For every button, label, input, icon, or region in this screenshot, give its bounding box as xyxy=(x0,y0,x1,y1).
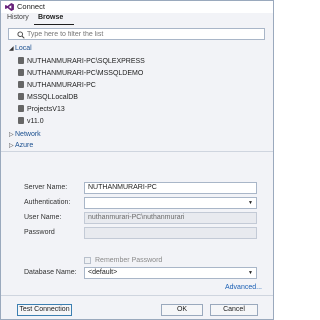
authentication-dropdown[interactable]: ▼ xyxy=(84,197,257,209)
server-icon xyxy=(18,57,24,64)
user-name-field[interactable]: nuthanmurari-PC\nuthanmurari xyxy=(84,212,257,224)
search-icon xyxy=(17,31,25,39)
test-connection-button[interactable]: Test Connection xyxy=(17,304,72,316)
tree-item-label: MSSQLLocalDB xyxy=(27,94,78,101)
chevron-down-icon: ▼ xyxy=(248,270,253,276)
tree-group-label: Local xyxy=(15,45,32,52)
visual-studio-icon xyxy=(5,3,14,11)
cancel-button[interactable]: Cancel xyxy=(210,304,258,316)
section-divider xyxy=(1,151,273,152)
database-name-label: Database Name: xyxy=(24,269,77,276)
server-icon xyxy=(18,69,24,76)
active-tab-indicator xyxy=(34,24,74,25)
password-label: Password xyxy=(24,229,55,236)
remember-password-label: Remember Password xyxy=(95,257,163,264)
server-name-field[interactable]: NUTHANMURARI-PC xyxy=(84,182,257,194)
tree-group-azure[interactable]: ▷Azure xyxy=(9,142,33,149)
title-bar: Connect xyxy=(1,1,273,13)
tree-group-local[interactable]: ◢Local xyxy=(9,45,32,52)
ok-button[interactable]: OK xyxy=(161,304,203,316)
tree-group-label: Network xyxy=(15,131,41,138)
password-field[interactable] xyxy=(84,227,257,239)
tree-item-server[interactable]: v11.0 xyxy=(18,117,44,126)
server-name-label: Server Name: xyxy=(24,184,68,191)
tab-history[interactable]: History xyxy=(7,14,29,21)
server-icon xyxy=(18,81,24,88)
authentication-label: Authentication: xyxy=(24,199,71,206)
search-input[interactable] xyxy=(27,29,263,39)
tree-item-label: ProjectsV13 xyxy=(27,106,65,113)
server-icon xyxy=(18,117,24,124)
tree-item-server[interactable]: NUTHANMURARI-PC xyxy=(18,81,96,90)
server-icon xyxy=(18,105,24,112)
connect-dialog: Connect History Browse ◢Local NUTHANMURA… xyxy=(0,0,274,320)
tree-item-server[interactable]: ProjectsV13 xyxy=(18,105,65,114)
button-bar-divider xyxy=(1,295,273,296)
tree-item-server[interactable]: NUTHANMURARI-PC\MSSQLDEMO xyxy=(18,69,143,78)
server-icon xyxy=(18,93,24,100)
tree-item-server[interactable]: MSSQLLocalDB xyxy=(18,93,78,102)
tab-browse[interactable]: Browse xyxy=(38,14,63,21)
user-name-label: User Name: xyxy=(24,214,62,221)
tree-item-server[interactable]: NUTHANMURARI-PC\SQLEXPRESS xyxy=(18,57,145,66)
tree-item-label: NUTHANMURARI-PC\MSSQLDEMO xyxy=(27,70,144,77)
tree-item-label: NUTHANMURARI-PC xyxy=(27,82,96,89)
tree-group-label: Azure xyxy=(15,142,34,149)
database-name-dropdown[interactable]: <default> ▼ xyxy=(84,267,257,279)
window-title: Connect xyxy=(17,2,45,11)
remember-password-checkbox[interactable] xyxy=(84,257,91,264)
chevron-down-icon: ▼ xyxy=(248,200,253,206)
tree-group-network[interactable]: ▷Network xyxy=(9,131,41,138)
database-name-value: <default> xyxy=(88,269,118,276)
tree-item-label: v11.0 xyxy=(27,118,44,125)
advanced-link[interactable]: Advanced... xyxy=(225,284,262,291)
tree-item-label: NUTHANMURARI-PC\SQLEXPRESS xyxy=(27,58,145,65)
search-box[interactable] xyxy=(8,28,265,40)
